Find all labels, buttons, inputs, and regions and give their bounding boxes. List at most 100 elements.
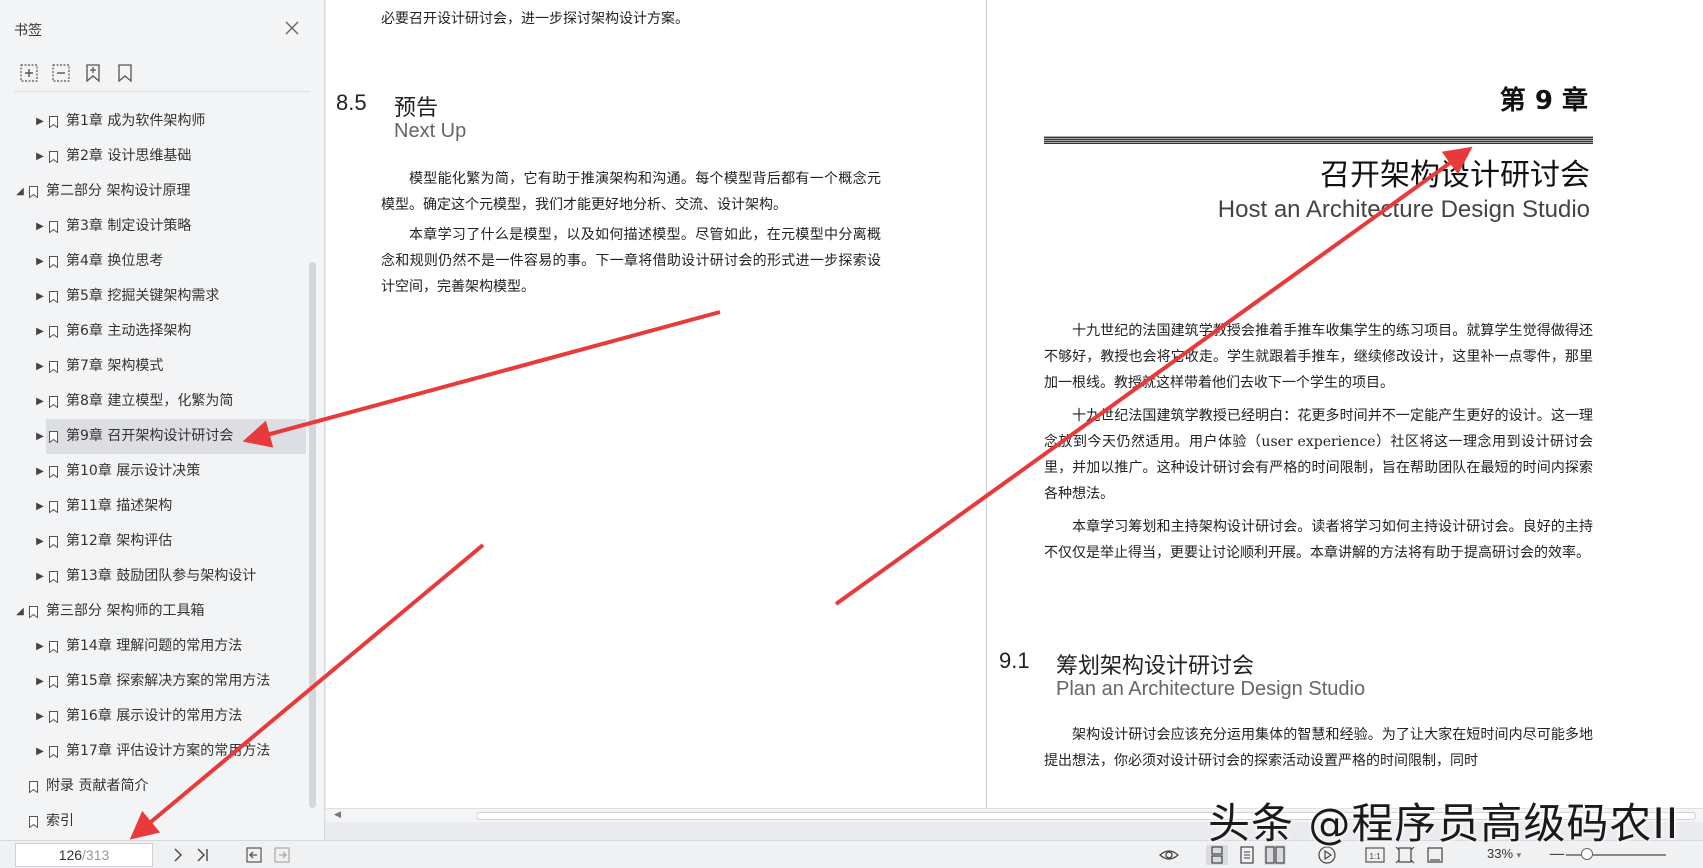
expand-arrow-icon[interactable]: ▶ [34,524,46,559]
bookmark-icon [49,291,58,303]
bookmark-panel-title: 书签 [14,23,42,39]
bookmark-item[interactable]: 附录 贡献者简介 [0,769,310,804]
close-icon[interactable] [282,18,302,38]
expand-arrow-icon[interactable]: ▶ [34,244,46,279]
bookmark-label: 第15章 探索解决方案的常用方法 [66,673,271,689]
expand-arrow-icon[interactable]: ▶ [34,489,46,524]
scroll-left-icon[interactable]: ◀ [334,810,341,820]
total-pages: /313 [82,847,110,863]
bookmark-label: 第4章 换位思考 [66,253,164,269]
bookmark-item[interactable]: ▶ 第6章 主动选择架构 [0,314,310,349]
expand-arrow-icon[interactable]: ▶ [34,699,46,734]
bookmark-item[interactable]: ▶ 第5章 挖掘关键架构需求 [0,279,310,314]
bookmark-icon [49,256,58,268]
bookmark-label: 第3章 制定设计策略 [66,218,192,234]
paragraph: 模型能化繁为简，它有助于推演架构和沟通。每个模型背后都有一个概念元模型。确定这个… [381,171,881,213]
bookmark-item[interactable]: ▶ 第14章 理解问题的常用方法 [0,629,310,664]
bookmark-item[interactable]: ▶ 第4章 换位思考 [0,244,310,279]
chapter-title: 召开架构设计研讨会 [1320,158,1590,193]
bookmark-item[interactable]: ▶ 第2章 设计思维基础 [0,139,310,174]
bookmark-icon [29,781,38,793]
paragraph: 十九世纪法国建筑学教授已经明白：花更多时间并不一定能产生更好的设计。这一理念放到… [1044,408,1593,502]
bookmark-item[interactable]: ▶ 第3章 制定设计策略 [0,209,310,244]
section-subtitle: Next Up [394,120,467,142]
expand-arrow-icon[interactable]: ▶ [34,349,46,384]
bookmark-item[interactable]: ▶ 第15章 探索解决方案的常用方法 [0,664,310,699]
forward-icon[interactable] [272,845,292,865]
expand-arrow-icon[interactable]: ▶ [34,209,46,244]
bookmark-item[interactable]: ▶ 第10章 展示设计决策 [0,454,310,489]
expand-arrow-icon[interactable]: ▶ [34,454,46,489]
bookmark-icon [49,641,58,653]
paragraph: 十九世纪的法国建筑学教授会推着手推车收集学生的练习项目。就算学生觉得做得还不够好… [1044,323,1593,391]
bookmark-icon [49,466,58,478]
bookmark-item[interactable]: ◢ 第二部分 架构设计原理 [0,174,310,209]
bookmark-icon [29,816,38,828]
expand-arrow-icon[interactable]: ▶ [34,279,46,314]
bookmark-item[interactable]: ▶ 第9章 召开架构设计研讨会 [36,419,306,454]
bookmark-label: 第5章 挖掘关键架构需求 [66,288,220,304]
bookmark-item[interactable]: ▶ 第12章 架构评估 [0,524,310,559]
expand-arrow-icon[interactable]: ▶ [34,629,46,664]
bookmark-icon [49,396,58,408]
section-subtitle: Plan an Architecture Design Studio [1056,678,1366,700]
collapse-arrow-icon[interactable]: ◢ [14,174,26,209]
bookmark-item[interactable]: ▶ 第1章 成为软件架构师 [0,104,310,139]
bookmark-label: 第10章 展示设计决策 [66,463,201,479]
bookmark-icon [49,711,58,723]
chevron-down-icon: ▾ [1516,850,1522,860]
bookmark-label: 第二部分 架构设计原理 [46,183,191,199]
add-bookmark-icon[interactable] [82,62,104,84]
expand-arrow-icon[interactable]: ▶ [34,139,46,174]
chapter-subtitle: Host an Architecture Design Studio [1217,196,1590,223]
bookmark-icon [49,361,58,373]
collapse-all-icon[interactable] [50,62,72,84]
bookmark-icon[interactable] [114,62,136,84]
bookmark-label: 第2章 设计思维基础 [66,148,192,164]
sidebar-scrollbar[interactable] [309,262,316,808]
bookmark-item[interactable]: 索引 [0,804,310,832]
bookmark-icon [49,746,58,758]
expand-arrow-icon[interactable]: ▶ [34,104,46,139]
bookmark-label: 第三部分 架构师的工具箱 [46,603,205,619]
bookmark-label: 附录 贡献者简介 [46,778,149,794]
expand-arrow-icon[interactable]: ▶ [34,664,46,699]
bookmark-item[interactable]: ▶ 第16章 展示设计的常用方法 [0,699,310,734]
svg-text:1:1: 1:1 [1369,852,1381,861]
collapse-arrow-icon[interactable]: ◢ [14,594,26,629]
bookmark-item[interactable]: ▶ 第7章 架构模式 [0,349,310,384]
watermark: 头条 @程序员高级码农II [1208,799,1680,848]
bookmark-item[interactable]: ▶ 第17章 评估设计方案的常用方法 [0,734,310,769]
expand-all-icon[interactable] [18,62,40,84]
expand-arrow-icon[interactable]: ▶ [34,734,46,769]
paragraph: 本章学习筹划和主持架构设计研讨会。读者将学习如何主持设计研讨会。良好的主持不仅仅… [1044,519,1593,561]
bookmark-icon [49,326,58,338]
document-view[interactable]: 必要召开设计研讨会，进一步探讨架构设计方案。 8.5 预告 Next Up 模型… [326,0,1703,822]
current-page: 126 [58,847,83,863]
chapter-rule [1044,136,1593,144]
page-divider [986,0,987,822]
bookmark-panel-header: 书签 [0,0,324,60]
expand-arrow-icon[interactable]: ▶ [34,384,46,419]
bookmark-item[interactable]: ▶ 第13章 鼓励团队参与架构设计 [0,559,310,594]
last-page-icon[interactable] [193,845,213,865]
page-number-field[interactable]: 126/313 [15,843,153,867]
bookmark-icon [49,571,58,583]
bookmark-icon [29,186,38,198]
expand-arrow-icon[interactable]: ▶ [34,419,46,454]
paragraph: 架构设计研讨会应该充分运用集体的智慧和经验。为了让大家在短时间内尽可能多地提出想… [1044,727,1593,769]
bookmark-label: 第17章 评估设计方案的常用方法 [66,743,271,759]
section-number: 8.5 [336,90,367,115]
back-icon[interactable] [244,845,264,865]
bookmark-item[interactable]: ▶ 第8章 建立模型，化繁为简 [0,384,310,419]
bookmark-item[interactable]: ◢ 第三部分 架构师的工具箱 [0,594,310,629]
section-title: 筹划架构设计研讨会 [1056,654,1255,679]
expand-arrow-icon[interactable]: ▶ [34,314,46,349]
bookmark-label: 第11章 描述架构 [66,498,173,514]
bookmark-icon [49,151,58,163]
bookmark-tree: ▶ 第1章 成为软件架构师 ▶ 第2章 设计思维基础 ◢ 第二部分 架构设计原理 ▶ 第3章 … [0,104,310,832]
next-page-icon[interactable] [168,845,188,865]
expand-arrow-icon[interactable]: ▶ [34,559,46,594]
bookmark-item[interactable]: ▶ 第11章 描述架构 [0,489,310,524]
eye-icon[interactable] [1158,845,1180,865]
